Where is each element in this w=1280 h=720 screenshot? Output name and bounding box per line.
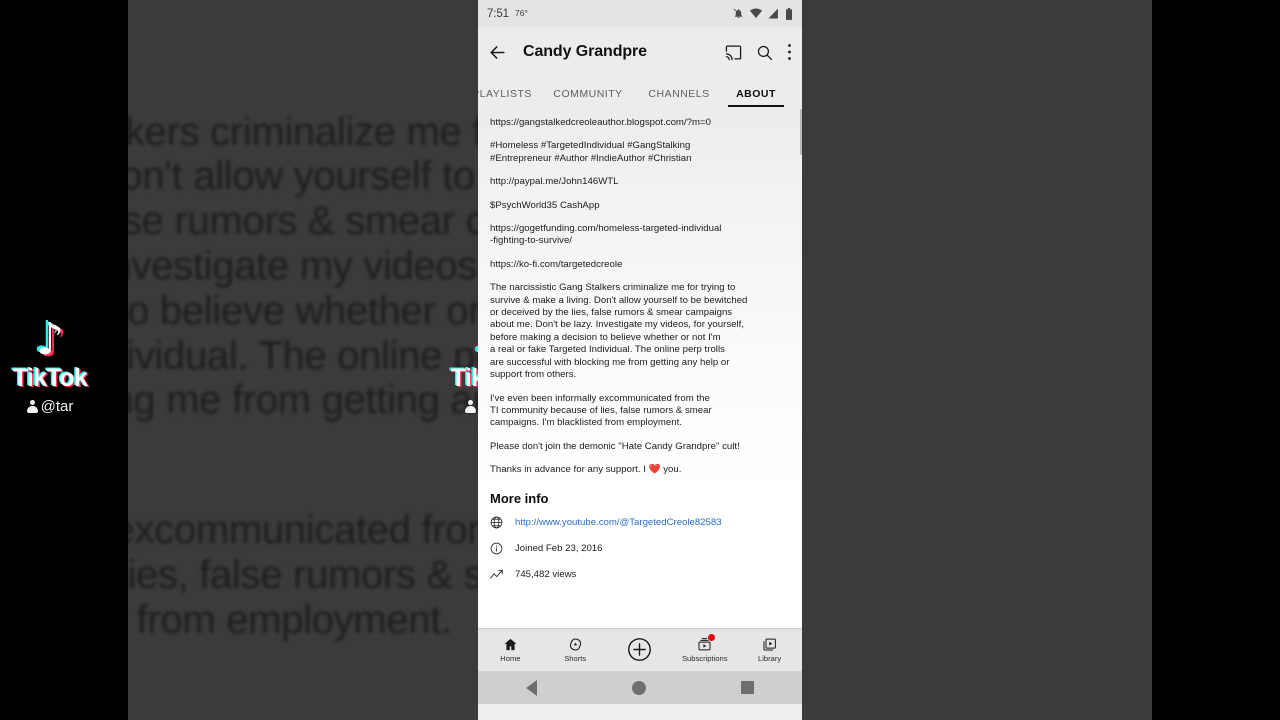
about-block-gogetfunding: https://gogetfunding.com/homeless-target… (490, 223, 722, 247)
about-block-blog-url: https://gangstalkedcreoleauthor.blogspot… (490, 117, 711, 128)
more-info-heading: More info (490, 490, 549, 506)
status-icons (733, 7, 793, 20)
about-block-paypal: http://paypal.me/John146WTL (490, 176, 619, 188)
cast-icon[interactable] (725, 44, 742, 61)
wifi-icon (750, 8, 762, 19)
home-icon (503, 637, 518, 652)
create-plus-icon (627, 637, 652, 662)
more-info-website-link[interactable]: http://www.youtube.com/@TargetedCreole82… (515, 517, 722, 528)
bottom-nav-home[interactable]: Home (478, 637, 543, 663)
search-icon[interactable] (756, 44, 773, 61)
app-bar: Candy Grandpre (478, 27, 802, 77)
android-back-button[interactable] (525, 679, 537, 696)
more-info-row-website[interactable]: http://www.youtube.com/@TargetedCreole82… (490, 516, 790, 529)
screenshot-stage: -fighting-to-surviv https://ko-fi.com/ T… (0, 0, 1280, 720)
subscriptions-icon (697, 634, 716, 652)
tiktok-watermark-left: ♪ ♪ ♪ TikTok @tar (0, 312, 104, 416)
tab-playlists[interactable]: PLAYLISTS (478, 88, 540, 107)
android-home-button[interactable] (631, 680, 646, 695)
phone-screen: 7:51 76° Candy Grandpre PLAYLISTS COMMUN… (478, 0, 802, 720)
status-temperature: 76° (514, 7, 528, 18)
about-block-thanks: Thanks in advance for any support. I ❤️ … (490, 464, 682, 476)
trending-up-icon (490, 568, 512, 581)
tiktok-note-icon: ♪ ♪ ♪ (32, 312, 68, 367)
bottom-nav-library-label: Library (757, 654, 782, 663)
tab-about[interactable]: ABOUT (722, 88, 790, 107)
status-time: 7:51 (487, 7, 509, 20)
android-recents-button[interactable] (741, 681, 755, 694)
more-info-joined-date: Joined Feb 23, 2016 (515, 542, 603, 554)
battery-icon (785, 7, 793, 20)
more-info-view-count: 745,482 views (515, 568, 577, 580)
about-block-cashapp: $PsychWorld35 CashApp (490, 199, 600, 211)
about-content-panel[interactable]: https://gangstalkedcreoleauthor.blogspot… (478, 107, 802, 628)
back-arrow-icon[interactable] (488, 43, 507, 62)
bottom-nav-library[interactable]: Library (737, 637, 802, 663)
library-icon (762, 637, 777, 652)
bottom-nav-subscriptions-label: Subscriptions (681, 654, 728, 663)
person-icon (26, 400, 38, 413)
about-block-statement-2: I've even been informally excommunicated… (490, 392, 712, 429)
globe-icon (490, 516, 512, 529)
bottom-nav-subscriptions[interactable]: Subscriptions (672, 634, 737, 663)
tiktok-brand-label: TikTok (12, 364, 88, 392)
about-block-kofi: https://ko-fi.com/targetedcreole (490, 258, 623, 270)
info-circle-icon (490, 542, 512, 555)
tiktok-handle-label: @tar (40, 398, 74, 415)
about-block-hashtags: #Homeless #TargetedIndividual #GangStalk… (490, 140, 692, 164)
tab-channels[interactable]: CHANNELS (636, 88, 722, 107)
more-info-row-joined: Joined Feb 23, 2016 (490, 542, 790, 555)
status-bar: 7:51 76° (478, 0, 802, 27)
android-navigation-bar (478, 671, 802, 704)
about-block-statement-3: Please don't join the demonic "Hate Cand… (490, 440, 740, 452)
about-block-statement-1: The narcissistic Gang Stalkers criminali… (490, 282, 748, 381)
channel-title: Candy Grandpre (523, 43, 647, 60)
more-info-row-views: 745,482 views (490, 568, 790, 581)
bottom-nav-home-label: Home (500, 654, 521, 663)
tab-bar: PLAYLISTS COMMUNITY CHANNELS ABOUT (478, 77, 802, 107)
notifications-off-icon (733, 8, 744, 19)
bottom-nav-create[interactable] (608, 637, 673, 664)
subscriptions-badge (708, 634, 716, 641)
shorts-icon (568, 637, 583, 652)
more-options-icon[interactable] (787, 43, 792, 61)
bottom-nav-shorts-label: Shorts (564, 654, 587, 663)
bottom-nav-shorts[interactable]: Shorts (543, 637, 608, 663)
tab-community[interactable]: COMMUNITY (540, 88, 636, 107)
bottom-navigation-bar: Home Shorts Subscriptions Library (478, 628, 802, 671)
signal-icon (768, 8, 779, 19)
tiktok-handle: @tar (0, 398, 104, 415)
